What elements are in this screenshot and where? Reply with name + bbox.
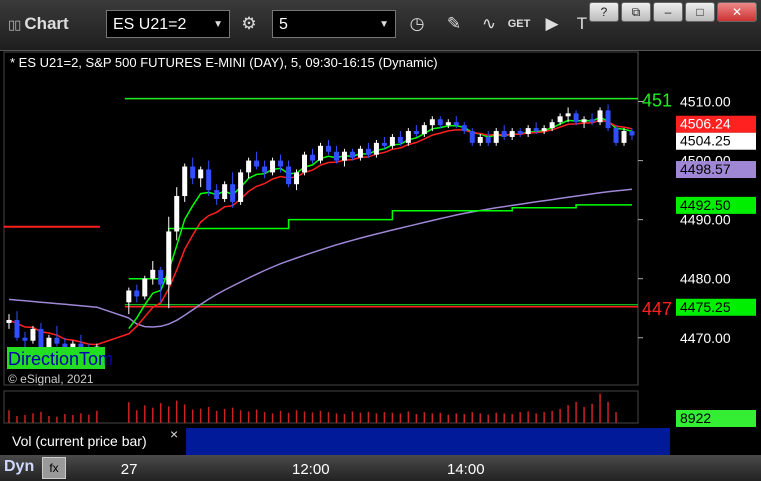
candle-body [469, 131, 475, 143]
candle-body [22, 337, 28, 341]
candle-body [38, 328, 44, 350]
candle-body [126, 290, 132, 303]
candle-body [445, 122, 451, 126]
candle-body [413, 131, 419, 135]
candle-body [613, 128, 619, 143]
candle-body [270, 160, 276, 173]
candle-body [158, 269, 164, 285]
ref-line-label: 447 [642, 299, 672, 319]
candle-body [294, 172, 300, 185]
candle-body [54, 337, 60, 344]
candle-body [6, 320, 12, 323]
candle-body [581, 119, 587, 123]
price-tag-label: 4475.25 [680, 299, 731, 315]
candle-body [198, 169, 204, 179]
candle-body [357, 148, 363, 158]
candle-body [238, 172, 244, 202]
candle-body [517, 131, 523, 135]
candle-body [190, 166, 196, 179]
candle-body [278, 160, 284, 167]
plot-frame [3, 51, 639, 386]
candle-body [341, 151, 347, 161]
candle-body [573, 113, 579, 123]
y-tick-label: 4510.00 [680, 94, 731, 110]
price-tag-label: 4492.50 [680, 197, 731, 213]
candle-body [262, 166, 268, 173]
logo-text: DirectionTom [8, 349, 113, 369]
status-bar: Dyn fx [0, 455, 761, 481]
candle-body [493, 131, 499, 143]
candle-body [349, 151, 355, 158]
candle-body [597, 110, 603, 123]
candle-body [150, 269, 156, 279]
candle-body [286, 166, 292, 185]
candle-body [365, 148, 371, 155]
close-icon[interactable]: × [170, 426, 178, 442]
candle-body [310, 154, 316, 161]
candle-body [453, 122, 459, 126]
candle-body [405, 131, 411, 143]
price-tag-label: 4506.24 [680, 116, 731, 132]
candle-body [389, 136, 395, 146]
candle-body [182, 166, 188, 197]
y-tick-label: 4490.00 [680, 212, 731, 228]
y-tick-label: 4470.00 [680, 330, 731, 346]
candle-body [174, 196, 180, 232]
candle-body [533, 128, 539, 132]
candle-body [621, 131, 627, 143]
candle-body [325, 145, 331, 152]
copyright-text: © eSignal, 2021 [8, 372, 94, 386]
volume-tag-label: 8922 [680, 410, 711, 426]
candle-body [222, 184, 228, 199]
candle-body [206, 169, 212, 191]
price-chart[interactable]: 451447 4510.004500.004490.004480.004470.… [0, 0, 761, 481]
chart-header: * ES U21=2, S&P 500 FUTURES E-MINI (DAY)… [10, 55, 438, 70]
candle-body [461, 125, 467, 132]
candle-body [166, 231, 172, 285]
candle-body [605, 110, 611, 129]
candle-body [254, 160, 260, 167]
candle-body [30, 328, 36, 341]
candle-body [525, 128, 531, 135]
price-tag-label: 4504.25 [680, 133, 731, 149]
ref-line-label: 451 [642, 91, 672, 111]
candle-body [14, 320, 20, 338]
candle-body [437, 119, 443, 126]
volume-blue-band [186, 428, 670, 455]
price-tag-label: 4498.57 [680, 161, 731, 177]
candle-body [230, 184, 236, 202]
candle-body [557, 116, 563, 123]
fx-icon[interactable]: fx [42, 457, 66, 479]
y-tick-label: 4480.00 [680, 271, 731, 287]
candle-body [477, 136, 483, 143]
candle-body [302, 154, 308, 173]
candle-body [214, 190, 220, 199]
candle-body [421, 125, 427, 135]
candle-body [485, 136, 491, 143]
candle-body [246, 160, 252, 173]
dyn-label: Dyn [4, 458, 35, 475]
candle-body [541, 128, 547, 132]
candle-body [142, 278, 148, 297]
candle-body [501, 131, 507, 137]
support-step-line [128, 204, 632, 280]
volume-label: Vol (current price bar) [12, 433, 147, 449]
candle-body [629, 131, 635, 136]
candle-body [429, 119, 435, 126]
candles [6, 104, 635, 362]
candle-body [318, 145, 323, 161]
candle-body [381, 142, 387, 146]
candle-body [373, 142, 379, 155]
candle-body [134, 290, 140, 297]
candle-body [333, 151, 339, 161]
candle-body [565, 113, 571, 117]
ema-green-line [128, 116, 633, 330]
candle-body [549, 122, 555, 129]
candle-body [397, 136, 403, 143]
candle-body [589, 119, 595, 123]
grid [3, 51, 639, 386]
candle-body [509, 131, 515, 137]
